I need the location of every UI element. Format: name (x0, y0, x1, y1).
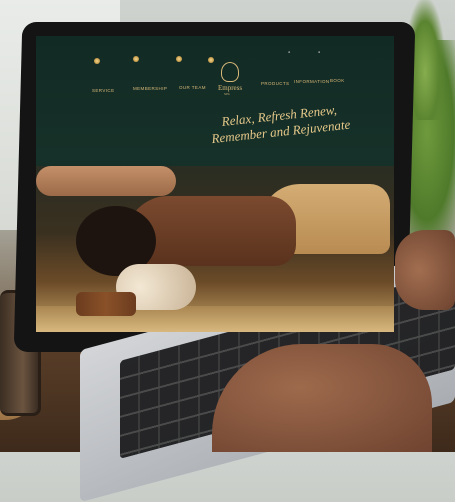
photo-scene: ● ● SERVICE MEMBERSHIP OUR TEAM PRODUCTS… (0, 0, 455, 502)
cart-icon[interactable]: ● (318, 50, 320, 54)
nav-information[interactable]: INFORMATION (294, 79, 330, 84)
logo-name[interactable]: Empress (218, 84, 242, 92)
ceiling-lamp (94, 58, 100, 64)
hero-spa-photo (36, 166, 394, 332)
logo-tagline: SPA (224, 92, 230, 96)
cinnamon-sticks (76, 292, 136, 316)
nav-service[interactable]: SERVICE (92, 88, 114, 93)
ceiling-lamp (176, 56, 182, 62)
account-icon[interactable]: ● (288, 50, 290, 54)
ceiling-lamp (133, 56, 139, 62)
website-nav: ● ● SERVICE MEMBERSHIP OUR TEAM PRODUCTS… (36, 36, 394, 96)
ceiling-lamp (208, 57, 214, 63)
nav-membership[interactable]: MEMBERSHIP (133, 86, 167, 91)
nav-products[interactable]: PRODUCTS (261, 81, 289, 86)
therapist-hand (36, 166, 176, 196)
nav-our-team[interactable]: OUR TEAM (179, 85, 206, 90)
laptop-screen: ● ● SERVICE MEMBERSHIP OUR TEAM PRODUCTS… (36, 36, 394, 332)
hero-headline: Relax, Refresh Renew, Remember and Rejuv… (164, 96, 394, 152)
nav-book[interactable]: BOOK (330, 78, 345, 83)
left-hand (395, 230, 455, 310)
empress-logo-icon[interactable] (221, 62, 239, 82)
